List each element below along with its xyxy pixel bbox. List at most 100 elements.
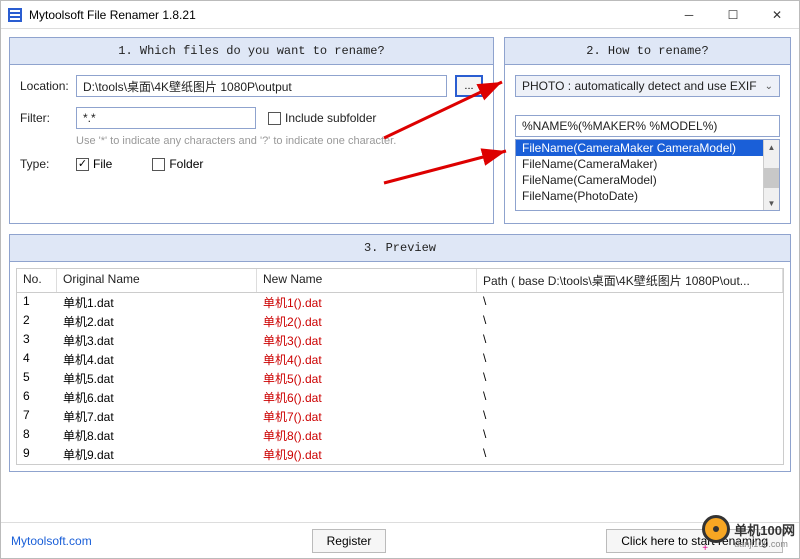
cell-no: 5 — [17, 369, 57, 388]
template-input[interactable] — [515, 115, 780, 137]
filter-help-text: Use '*' to indicate any characters and '… — [76, 135, 483, 147]
scroll-up-icon[interactable]: ▲ — [764, 140, 779, 154]
cell-new: 单机2().dat — [257, 312, 477, 331]
rename-mode-value: PHOTO : automatically detect and use EXI… — [522, 79, 757, 93]
table-row[interactable]: 2单机2.dat单机2().dat\ — [17, 312, 783, 331]
panel-files: 1. Which files do you want to rename? Lo… — [9, 37, 494, 224]
cell-original: 单机8.dat — [57, 426, 257, 445]
close-button[interactable]: ✕ — [755, 1, 799, 29]
preview-table: No. Original Name New Name Path ( base D… — [16, 268, 784, 465]
table-row[interactable]: 3单机3.dat单机3().dat\ — [17, 331, 783, 350]
cell-original: 单机9.dat — [57, 445, 257, 464]
cell-new: 单机8().dat — [257, 426, 477, 445]
table-row[interactable]: 1单机1.dat单机1().dat\ — [17, 293, 783, 312]
scroll-thumb[interactable] — [764, 168, 779, 188]
watermark-logo-icon — [702, 515, 730, 543]
folder-checkbox[interactable]: Folder — [152, 157, 203, 171]
panel-rename: 2. How to rename? PHOTO : automatically … — [504, 37, 791, 224]
col-original[interactable]: Original Name — [57, 269, 257, 292]
type-label: Type: — [20, 157, 76, 171]
plus-icon: + — [702, 543, 730, 554]
file-checkbox[interactable]: File — [76, 157, 112, 171]
table-row[interactable]: 4单机4.dat单机4().dat\ — [17, 350, 783, 369]
cell-path: \ — [477, 312, 783, 331]
filter-label: Filter: — [20, 111, 76, 125]
cell-no: 3 — [17, 331, 57, 350]
watermark-text: 单机100网 — [734, 520, 795, 539]
panel-files-header: 1. Which files do you want to rename? — [10, 38, 493, 65]
website-link[interactable]: Mytoolsoft.com — [11, 534, 92, 548]
table-row[interactable]: 7单机7.dat单机7().dat\ — [17, 407, 783, 426]
cell-path: \ — [477, 331, 783, 350]
cell-original: 单机5.dat — [57, 369, 257, 388]
window-controls: ─ ☐ ✕ — [667, 1, 799, 29]
watermark-url: danji100.com — [734, 539, 795, 549]
cell-new: 单机7().dat — [257, 407, 477, 426]
cell-new: 单机5().dat — [257, 369, 477, 388]
panel-preview-header: 3. Preview — [10, 235, 790, 262]
titlebar: Mytoolsoft File Renamer 1.8.21 ─ ☐ ✕ — [1, 1, 799, 29]
cell-original: 单机1.dat — [57, 293, 257, 312]
file-checkbox-label: File — [93, 157, 112, 171]
listbox-scrollbar[interactable]: ▲ ▼ — [763, 140, 779, 210]
include-subfolder-checkbox[interactable]: Include subfolder — [268, 111, 376, 125]
minimize-button[interactable]: ─ — [667, 1, 711, 29]
table-header: No. Original Name New Name Path ( base D… — [17, 269, 783, 293]
cell-original: 单机2.dat — [57, 312, 257, 331]
scroll-down-icon[interactable]: ▼ — [764, 196, 779, 210]
location-input[interactable] — [76, 75, 447, 97]
cell-no: 6 — [17, 388, 57, 407]
cell-original: 单机3.dat — [57, 331, 257, 350]
table-row[interactable]: 5单机5.dat单机5().dat\ — [17, 369, 783, 388]
window-title: Mytoolsoft File Renamer 1.8.21 — [29, 8, 667, 22]
cell-original: 单机4.dat — [57, 350, 257, 369]
watermark: + 单机100网 danji100.com — [702, 515, 795, 554]
cell-new: 单机1().dat — [257, 293, 477, 312]
col-new[interactable]: New Name — [257, 269, 477, 292]
table-row[interactable]: 6单机6.dat单机6().dat\ — [17, 388, 783, 407]
cell-no: 2 — [17, 312, 57, 331]
list-item[interactable]: FileName(PhotoDate) — [516, 188, 779, 204]
cell-path: \ — [477, 350, 783, 369]
cell-new: 单机6().dat — [257, 388, 477, 407]
cell-path: \ — [477, 293, 783, 312]
col-no[interactable]: No. — [17, 269, 57, 292]
app-window: Mytoolsoft File Renamer 1.8.21 ─ ☐ ✕ 1. … — [0, 0, 800, 559]
cell-no: 9 — [17, 445, 57, 464]
include-subfolder-label: Include subfolder — [285, 111, 376, 125]
rename-mode-select[interactable]: PHOTO : automatically detect and use EXI… — [515, 75, 780, 97]
list-item[interactable]: FileName(CameraMaker) — [516, 156, 779, 172]
filter-input[interactable] — [76, 107, 256, 129]
cell-new: 单机9().dat — [257, 445, 477, 464]
cell-path: \ — [477, 445, 783, 464]
browse-button[interactable]: ... — [455, 75, 483, 97]
table-row[interactable]: 9单机9.dat单机9().dat\ — [17, 445, 783, 464]
template-options-listbox[interactable]: FileName(CameraMaker CameraModel) FileNa… — [515, 139, 780, 211]
cell-no: 4 — [17, 350, 57, 369]
cell-path: \ — [477, 426, 783, 445]
cell-no: 1 — [17, 293, 57, 312]
location-label: Location: — [20, 79, 76, 93]
list-item[interactable]: FileName(CameraMaker CameraModel) — [516, 140, 779, 156]
cell-original: 单机7.dat — [57, 407, 257, 426]
cell-new: 单机4().dat — [257, 350, 477, 369]
content-area: 1. Which files do you want to rename? Lo… — [1, 29, 799, 480]
panel-rename-header: 2. How to rename? — [505, 38, 790, 65]
chevron-down-icon: ⌄ — [765, 81, 773, 92]
top-row: 1. Which files do you want to rename? Lo… — [9, 37, 791, 224]
folder-checkbox-label: Folder — [169, 157, 203, 171]
cell-path: \ — [477, 369, 783, 388]
app-icon — [7, 7, 23, 23]
cell-path: \ — [477, 407, 783, 426]
footer: Mytoolsoft.com Register Click here to st… — [1, 522, 799, 558]
table-body: 1单机1.dat单机1().dat\2单机2.dat单机2().dat\3单机3… — [17, 293, 783, 464]
maximize-button[interactable]: ☐ — [711, 1, 755, 29]
panel-preview: 3. Preview No. Original Name New Name Pa… — [9, 234, 791, 472]
list-item[interactable]: FileName(CameraModel) — [516, 172, 779, 188]
table-row[interactable]: 8单机8.dat单机8().dat\ — [17, 426, 783, 445]
register-button[interactable]: Register — [312, 529, 387, 553]
col-path[interactable]: Path ( base D:\tools\桌面\4K壁纸图片 1080P\out… — [477, 269, 783, 292]
cell-no: 8 — [17, 426, 57, 445]
cell-original: 单机6.dat — [57, 388, 257, 407]
cell-path: \ — [477, 388, 783, 407]
